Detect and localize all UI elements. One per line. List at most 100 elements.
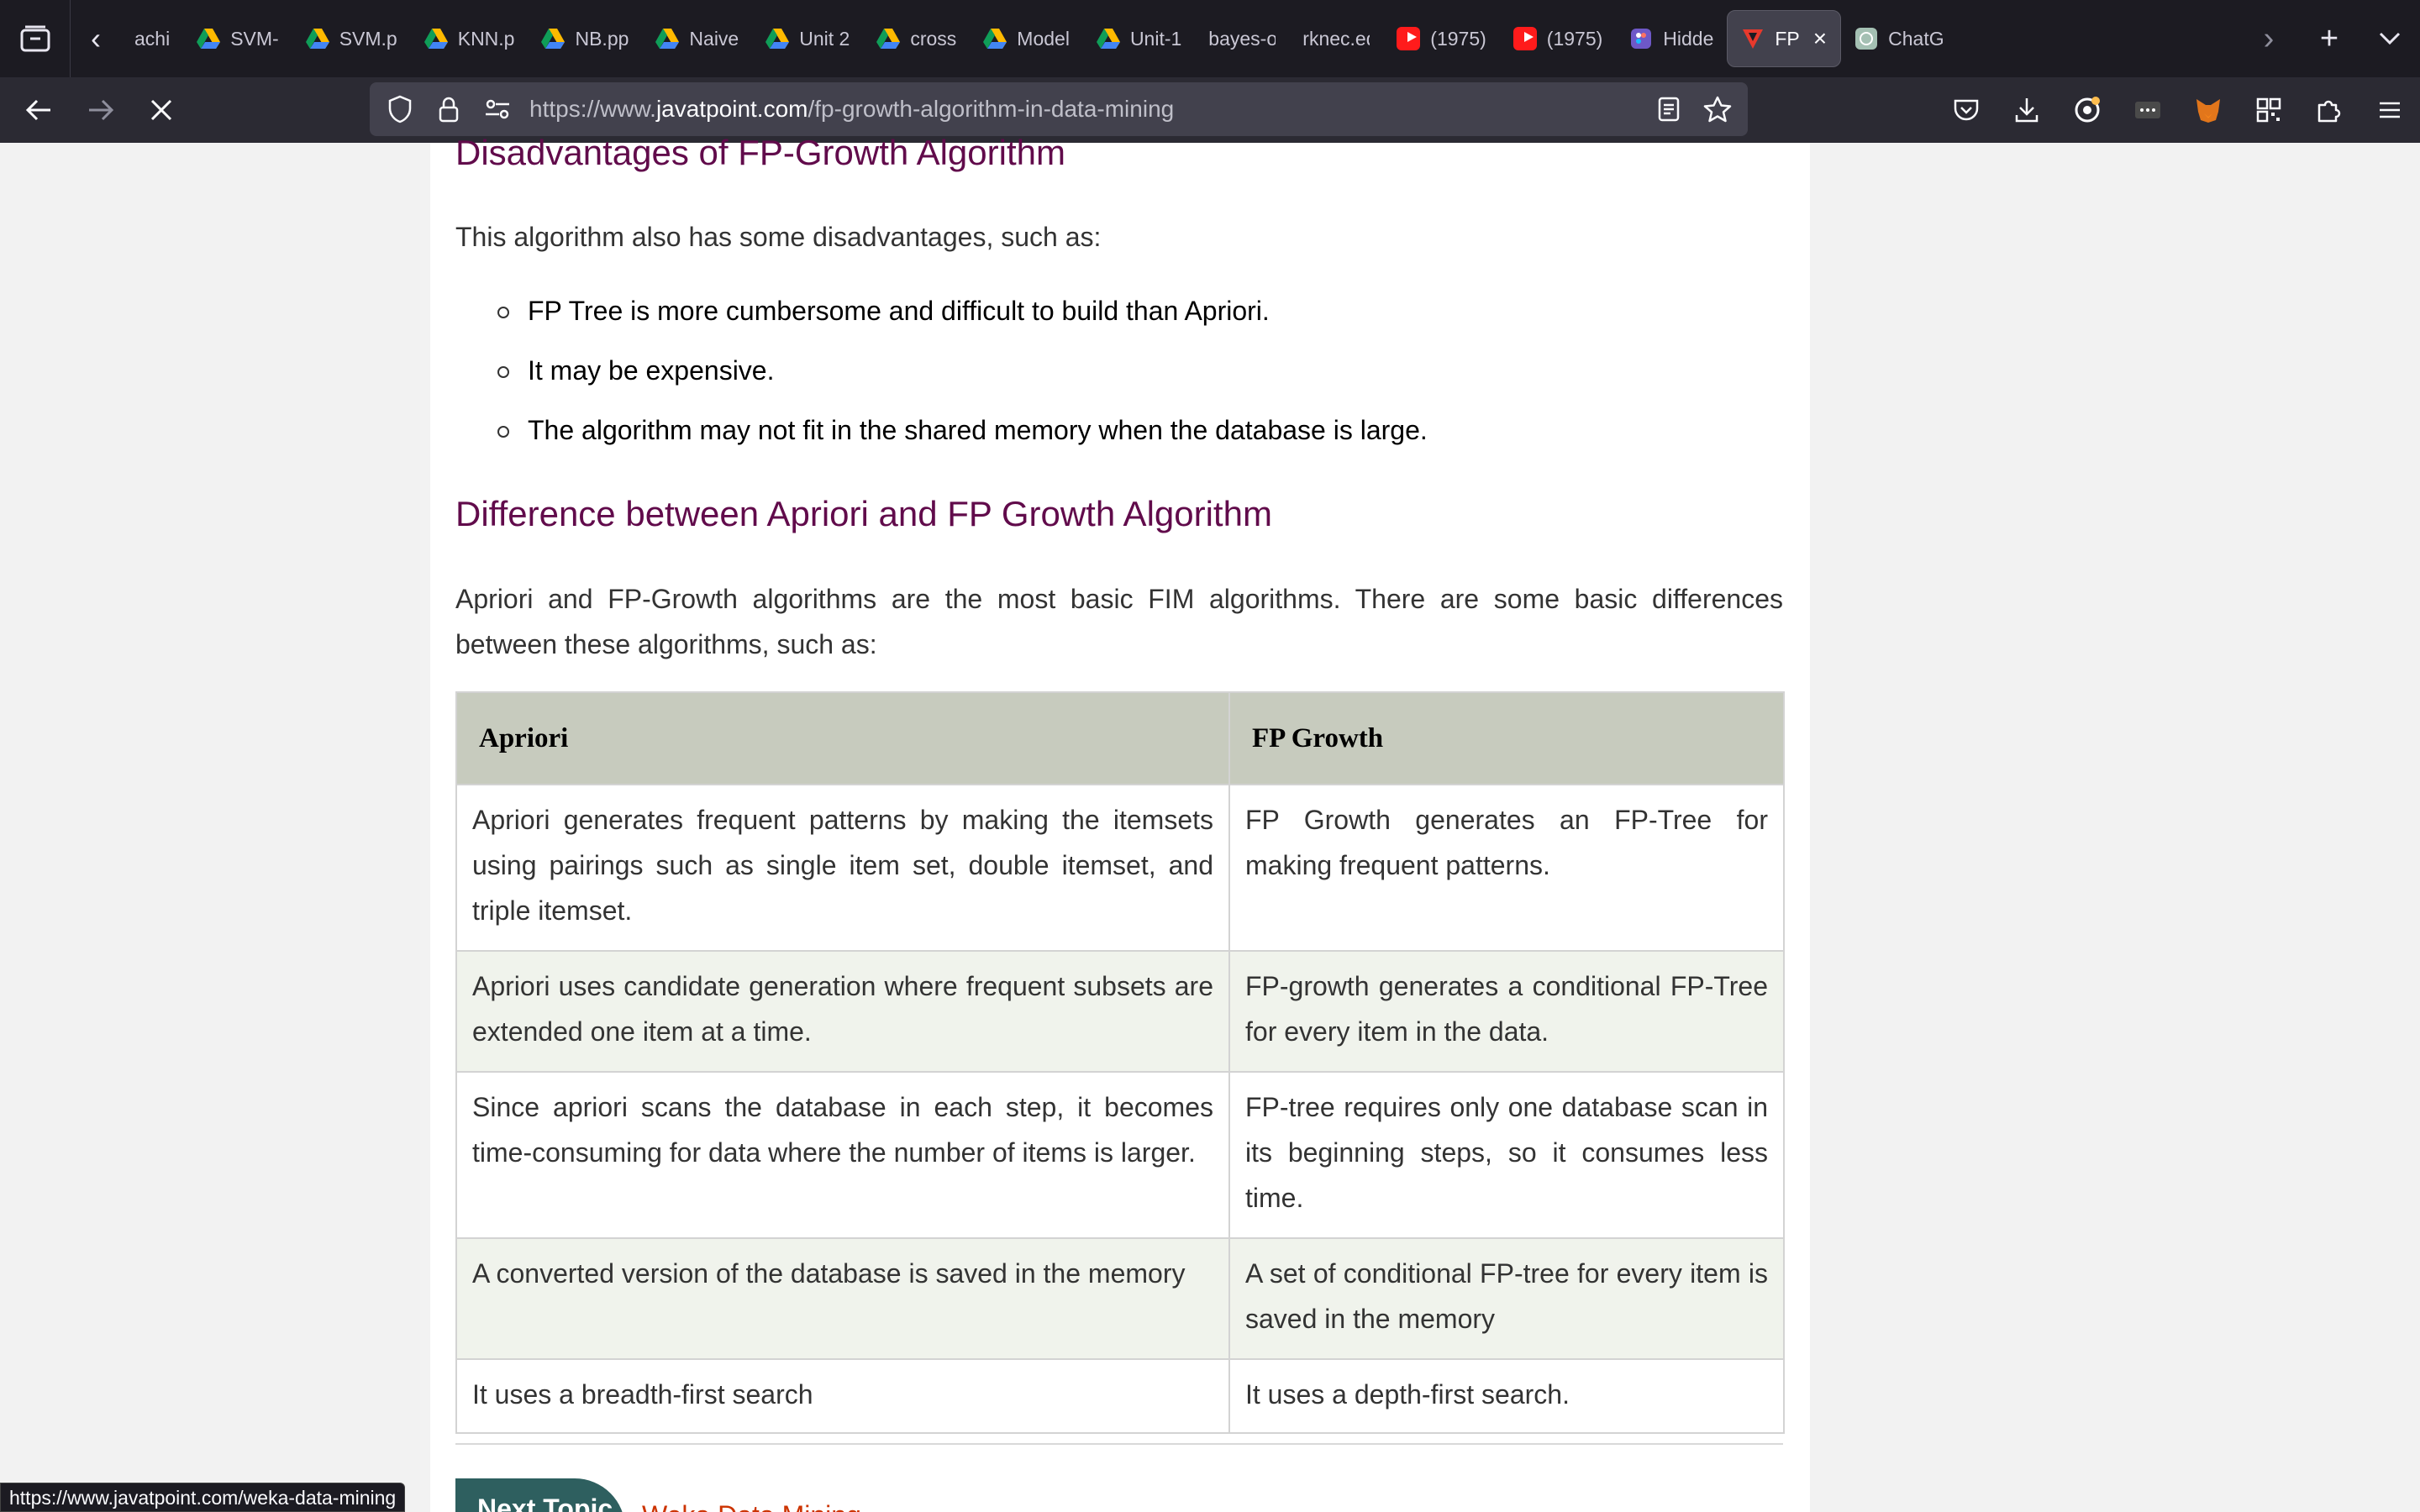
tab-label: ChatG	[1888, 27, 1944, 50]
list-item: The algorithm may not fit in the shared …	[455, 401, 1783, 460]
tab-label: NB.pp	[575, 27, 629, 50]
next-topic-link[interactable]: Weka Data Mining	[642, 1500, 861, 1512]
tab-item[interactable]: bayes-opt	[1195, 10, 1289, 67]
table-header-row: Apriori FP Growth	[455, 691, 1785, 785]
download-icon	[2015, 98, 2039, 123]
heading-difference: Difference between Apriori and FP Growth…	[455, 494, 1272, 533]
extension-metamask-button[interactable]	[2178, 77, 2238, 143]
firefox-view-icon	[20, 25, 50, 52]
tracking-protection-icon[interactable]	[383, 92, 417, 126]
tab-item[interactable]: rknec.edu	[1289, 10, 1383, 67]
tab-item[interactable]: SVM.p	[292, 10, 411, 67]
google-drive-icon	[983, 29, 1007, 49]
tab-item[interactable]: NB.pp	[528, 10, 642, 67]
chevron-right-icon: ›	[2263, 20, 2275, 56]
table-row: A converted version of the database is s…	[455, 1237, 1785, 1360]
extension-qr-button[interactable]	[2238, 77, 2299, 143]
tab-item[interactable]: KNN.p	[411, 10, 529, 67]
difference-intro: Apriori and FP-Growth algorithms are the…	[455, 584, 1783, 659]
extension-password-button[interactable]	[2118, 77, 2178, 143]
list-all-tabs-button[interactable]	[2360, 0, 2420, 77]
tab-item[interactable]: Unit-1	[1083, 10, 1195, 67]
google-drive-icon	[305, 29, 329, 49]
tab-item[interactable]: (1975)	[1383, 10, 1499, 67]
extensions-button[interactable]	[2299, 77, 2360, 143]
reader-view-icon[interactable]	[1652, 92, 1686, 126]
disadvantages-list: FP Tree is more cumbersome and difficult…	[455, 281, 1783, 460]
table-cell: A set of conditional FP-tree for every i…	[1228, 1237, 1785, 1360]
next-topic-button[interactable]: Next Topic	[455, 1478, 625, 1512]
google-drive-icon	[1096, 29, 1120, 49]
google-drive-icon	[765, 29, 790, 49]
link-status-bar: https://www.javatpoint.com/weka-data-min…	[0, 1483, 406, 1512]
new-tab-button[interactable]: +	[2299, 0, 2360, 77]
permissions-icon[interactable]	[481, 92, 514, 126]
youtube-icon	[1397, 27, 1421, 50]
account-button[interactable]	[2057, 77, 2118, 143]
table-cell: FP-tree requires only one database scan …	[1228, 1071, 1785, 1239]
scroll-tabs-right-button[interactable]: ›	[2238, 0, 2299, 77]
figma-icon	[1631, 29, 1652, 49]
tab-item[interactable]: FP ×	[1727, 10, 1842, 67]
back-button[interactable]	[8, 77, 69, 143]
address-bar[interactable]: https://www.javatpoint.com/fp-growth-alg…	[370, 82, 1748, 136]
list-item: It may be expensive.	[455, 341, 1783, 401]
web-page: Disadvantages of FP-Growth Algorithm Thi…	[0, 133, 2420, 1512]
tab-label: bayes-opt	[1208, 27, 1276, 50]
close-icon	[150, 99, 172, 121]
table-cell: It uses a breadth-first search	[455, 1358, 1230, 1434]
table-row: Apriori generates frequent patterns by m…	[455, 784, 1785, 952]
tab-item[interactable]: Model	[970, 10, 1083, 67]
table-cell: Apriori generates frequent patterns by m…	[455, 784, 1230, 952]
google-drive-icon	[655, 29, 680, 49]
tab-item[interactable]: cross	[863, 10, 970, 67]
table-header-apriori: Apriori	[455, 691, 1230, 785]
tab-label: KNN.p	[457, 27, 515, 50]
tab-item[interactable]: Unit 2	[752, 10, 863, 67]
table-cell: FP Growth generates an FP-Tree for makin…	[1228, 784, 1785, 952]
tab-item[interactable]: ChatG	[1841, 10, 1957, 67]
tab-item[interactable]: Hidde	[1616, 10, 1727, 67]
qr-code-icon	[2256, 97, 2281, 123]
heading-disadvantages: Disadvantages of FP-Growth Algorithm	[455, 133, 1065, 172]
url-prefix: https://www.	[529, 96, 656, 122]
table-cell: FP-growth generates a conditional FP-Tre…	[1228, 950, 1785, 1073]
right-gutter	[1810, 143, 2420, 1512]
forward-button[interactable]	[71, 77, 131, 143]
pocket-icon	[1954, 99, 1979, 121]
list-item: FP Tree is more cumbersome and difficult…	[455, 281, 1783, 341]
table-cell: Apriori uses candidate generation where …	[455, 950, 1230, 1073]
table-header-fp-growth: FP Growth	[1228, 691, 1785, 785]
tab-label: FP	[1775, 27, 1800, 50]
tab-item[interactable]: (1975)	[1500, 10, 1616, 67]
stop-loading-button[interactable]	[131, 77, 192, 143]
bookmark-star-icon[interactable]	[1701, 92, 1734, 126]
tab-label: rknec.edu	[1302, 27, 1370, 50]
table-cell: Since apriori scans the database in each…	[455, 1071, 1230, 1239]
tab-item[interactable]: achi	[121, 10, 183, 67]
pocket-button[interactable]	[1936, 77, 1996, 143]
tab-item[interactable]: SVM-	[183, 10, 292, 67]
tab-strip: ‹ achi SVM- SVM.p KNN.p NB.pp Naive Unit 2 cros…	[0, 0, 2420, 77]
close-tab-icon[interactable]: ×	[1813, 25, 1827, 52]
url-text[interactable]: https://www.javatpoint.com/fp-growth-alg…	[529, 96, 1637, 123]
app-menu-button[interactable]	[2360, 77, 2420, 143]
tab-label: (1975)	[1430, 27, 1486, 50]
lock-icon[interactable]	[432, 92, 466, 126]
tab-label: Hidde	[1663, 27, 1714, 50]
tab-item[interactable]: Naive	[642, 10, 752, 67]
comparison-table: Apriori FP Growth Apriori generates freq…	[455, 691, 1785, 1434]
chevron-down-icon	[2379, 32, 2401, 45]
disadvantages-intro: This algorithm also has some disadvantag…	[455, 222, 1102, 252]
tab-label: Unit 2	[799, 27, 850, 50]
javatpoint-icon	[1743, 29, 1764, 49]
arrow-right-icon	[89, 99, 114, 121]
arrow-left-icon	[25, 99, 50, 121]
table-cell: It uses a depth-first search.	[1228, 1358, 1785, 1434]
table-row: It uses a breadth-first search It uses a…	[455, 1358, 1785, 1434]
downloads-button[interactable]	[1996, 77, 2057, 143]
youtube-icon	[1512, 27, 1537, 50]
scroll-tabs-left-button[interactable]: ‹	[71, 0, 121, 77]
firefox-view-button[interactable]	[0, 0, 71, 77]
url-host: javatpoint.com	[655, 96, 808, 122]
